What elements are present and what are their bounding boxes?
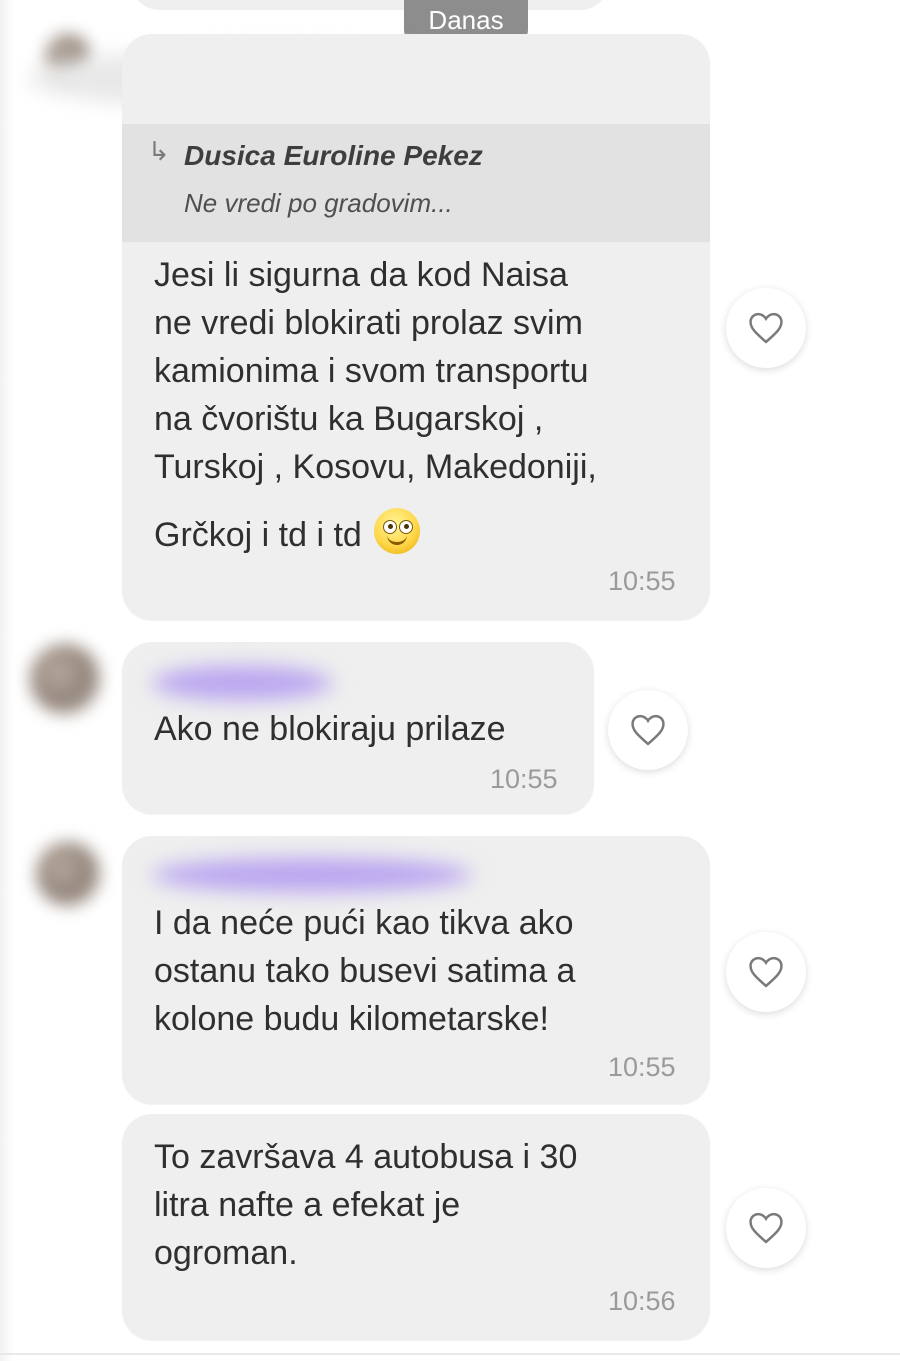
message-text-line-with-emoji: Grčkoj i td i td	[154, 508, 420, 555]
message-text-line: ogroman.	[154, 1234, 298, 1272]
message-text-line: na čvorištu ka Bugarskoj ,	[154, 400, 544, 438]
background-edge	[0, 0, 14, 1361]
heart-outline-icon	[631, 714, 665, 746]
message-text-line: To završava 4 autobusa i 30	[154, 1138, 578, 1176]
message-time: 10:55	[608, 1052, 676, 1082]
like-button[interactable]	[608, 690, 688, 770]
smiley-emoji	[373, 508, 420, 554]
heart-outline-icon	[749, 312, 783, 344]
message-text-line: I da neće pući kao tikva ako	[154, 904, 574, 942]
message-time: 10:55	[490, 764, 558, 794]
blurred-sender-name	[152, 858, 472, 892]
message-bubble[interactable]: ↳ Dusica Euroline Pekez Ne vredi po grad…	[122, 34, 710, 620]
heart-outline-icon	[749, 956, 783, 988]
reply-arrow-icon: ↳	[148, 136, 170, 166]
message-text-line: kolone budu kilometarske!	[154, 1000, 550, 1038]
sender-avatar[interactable]	[36, 842, 100, 906]
message-text-line: ostanu tako busevi satima a	[154, 952, 576, 990]
message-text-line: ne vredi blokirati prolaz svim	[154, 304, 583, 342]
message-time: 10:55	[608, 566, 676, 596]
previous-message-bubble[interactable]	[130, 0, 610, 10]
heart-outline-icon	[749, 1212, 783, 1244]
message-text: Grčkoj i td i td	[154, 516, 362, 554]
bottom-divider	[0, 1353, 900, 1355]
reply-quote[interactable]: ↳ Dusica Euroline Pekez Ne vredi po grad…	[122, 124, 710, 242]
message-text-line: Ako ne blokiraju prilaze	[154, 710, 506, 748]
like-button[interactable]	[726, 1188, 806, 1268]
message-text-line: kamionima i svom transportu	[154, 352, 589, 390]
blurred-sender-name	[152, 666, 332, 700]
like-button[interactable]	[726, 288, 806, 368]
sender-avatar[interactable]	[30, 644, 100, 714]
quote-text: Ne vredi po gradovim...	[184, 188, 453, 218]
message-bubble[interactable]: I da neće pući kao tikva ako ostanu tako…	[122, 836, 710, 1104]
like-button[interactable]	[726, 932, 806, 1012]
message-bubble[interactable]: Ako ne blokiraju prilaze 10:55	[122, 642, 594, 814]
message-bubble[interactable]: To završava 4 autobusa i 30 litra nafte …	[122, 1114, 710, 1340]
quote-author: Dusica Euroline Pekez	[184, 140, 483, 171]
message-text-line: litra nafte a efekat je	[154, 1186, 461, 1224]
message-text-line: Turskoj , Kosovu, Makedoniji,	[154, 448, 597, 486]
message-text-line: Jesi li sigurna da kod Naisa	[154, 256, 568, 294]
message-time: 10:56	[608, 1286, 676, 1316]
